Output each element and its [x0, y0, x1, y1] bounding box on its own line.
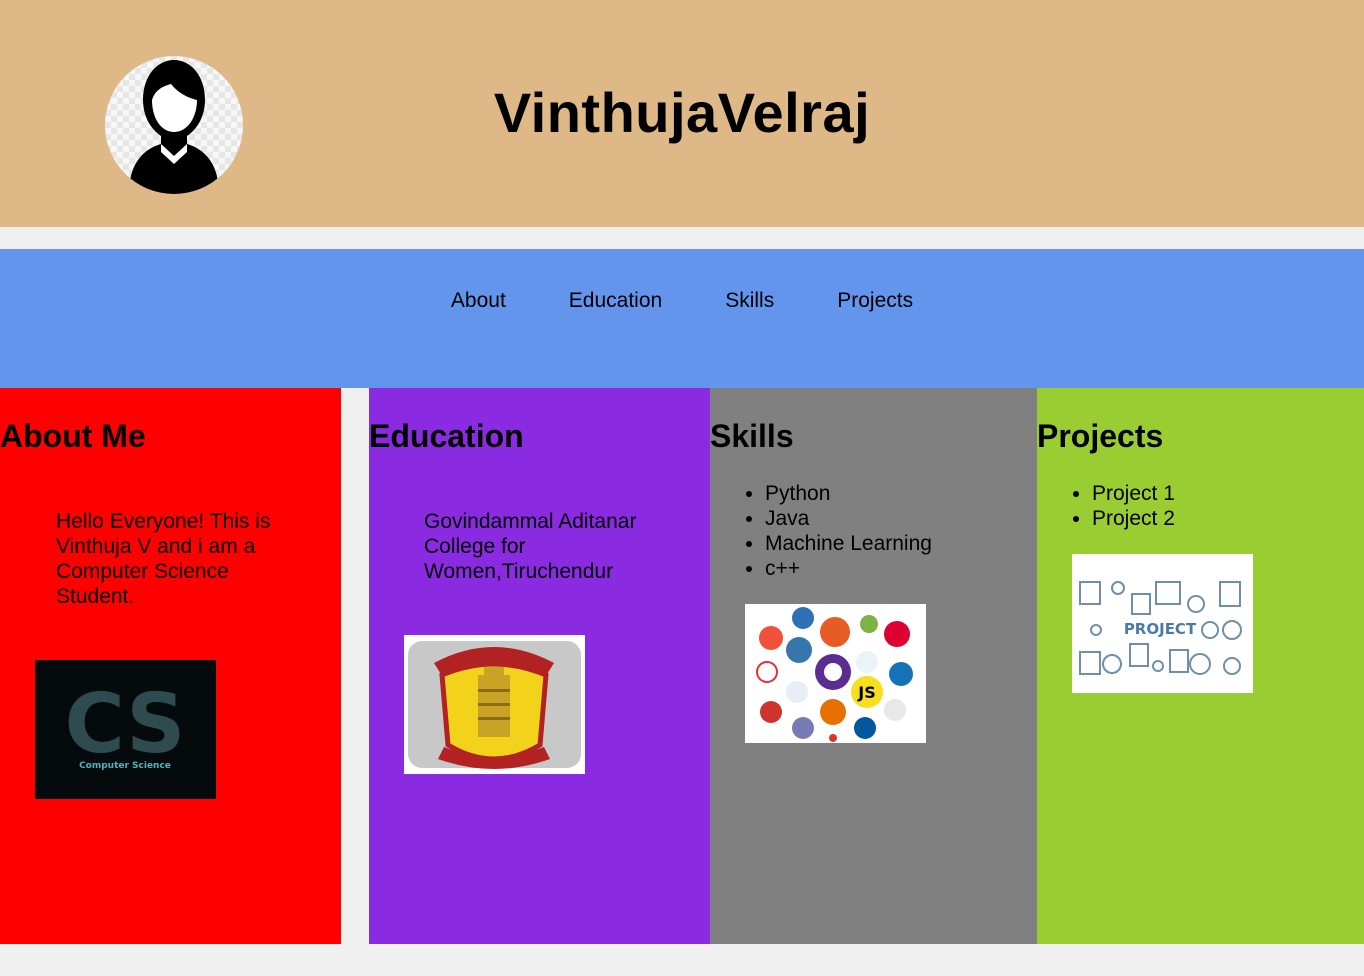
projects-heading: Projects	[1037, 418, 1164, 454]
svg-text:JS: JS	[857, 683, 875, 702]
projects-list: Project 1 Project 2	[1037, 481, 1175, 531]
education-section: Education Govindammal Aditanar College f…	[369, 388, 710, 944]
nav-link-about[interactable]: About	[451, 289, 506, 313]
nav-link-education[interactable]: Education	[569, 289, 662, 313]
site-title: VinthujaVelraj	[493, 81, 871, 144]
cs-caption: Computer Science	[79, 761, 171, 771]
nav-bar	[0, 249, 1364, 388]
nav-links: About Education Skills Projects	[0, 289, 1364, 313]
nav-link-skills[interactable]: Skills	[725, 289, 774, 313]
about-heading: About Me	[0, 418, 146, 454]
skills-list: Python Java Machine Learning c++	[710, 481, 932, 581]
programming-languages-collage-icon: JS	[745, 604, 926, 743]
list-item: Machine Learning	[765, 531, 932, 556]
list-item: c++	[765, 556, 932, 581]
project-illustration-icon: PROJECT	[1072, 554, 1253, 693]
computer-science-image: CS Computer Science	[35, 660, 216, 799]
education-heading: Education	[369, 418, 524, 454]
list-item: Project 1	[1092, 481, 1175, 506]
college-emblem-icon	[404, 635, 585, 774]
skills-heading: Skills	[710, 418, 794, 454]
projects-section: Projects Project 1 Project 2	[1037, 388, 1364, 944]
cs-letters: CS	[65, 677, 186, 772]
skills-section: Skills Python Java Machine Learning c++ …	[710, 388, 1037, 944]
list-item: Project 2	[1092, 506, 1175, 531]
list-item: Java	[765, 506, 932, 531]
about-text: Hello Everyone! This is Vinthuja V and i…	[56, 510, 271, 608]
list-item: Python	[765, 481, 932, 506]
project-illustration-label: PROJECT	[1124, 620, 1197, 638]
about-section: About Me Hello Everyone! This is Vinthuj…	[0, 388, 341, 944]
education-text: Govindammal Aditanar College for Women,T…	[424, 510, 637, 583]
nav-link-projects[interactable]: Projects	[837, 289, 913, 313]
